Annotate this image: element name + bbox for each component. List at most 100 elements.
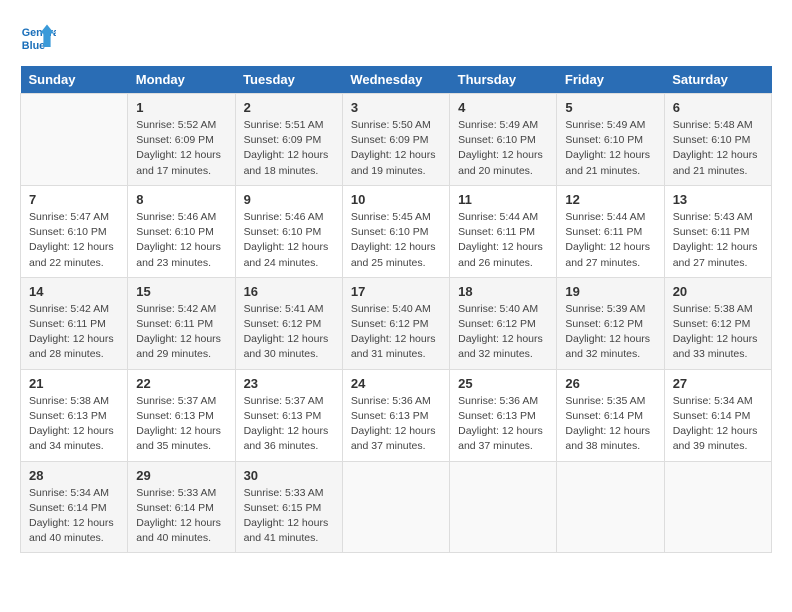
day-info: Sunrise: 5:47 AM Sunset: 6:10 PM Dayligh…	[29, 210, 119, 271]
calendar-cell: 2 Sunrise: 5:51 AM Sunset: 6:09 PM Daylig…	[235, 94, 342, 186]
day-number: 24	[351, 376, 441, 391]
day-number: 3	[351, 100, 441, 115]
calendar-cell	[450, 461, 557, 553]
calendar-cell: 20 Sunrise: 5:38 AM Sunset: 6:12 PM Dayli…	[664, 277, 771, 369]
calendar-cell: 12Sunrise: 5:44 AM Sunset: 6:11 PM Dayli…	[557, 185, 664, 277]
day-number: 15	[136, 284, 226, 299]
calendar-cell: 14 Sunrise: 5:42 AM Sunset: 6:11 PM Dayli…	[21, 277, 128, 369]
day-info: Sunrise: 5:45 AM Sunset: 6:10 PM Dayligh…	[351, 210, 441, 271]
calendar-cell	[21, 94, 128, 186]
day-number: 2	[244, 100, 334, 115]
col-header-tuesday: Tuesday	[235, 66, 342, 94]
day-info: Sunrise: 5:42 AM Sunset: 6:11 PM Dayligh…	[136, 302, 226, 363]
day-number: 10	[351, 192, 441, 207]
calendar-cell: 24 Sunrise: 5:36 AM Sunset: 6:13 PM Dayli…	[342, 369, 449, 461]
day-info: Sunrise: 5:37 AM Sunset: 6:13 PM Dayligh…	[136, 394, 226, 455]
week-row-4: 21 Sunrise: 5:38 AM Sunset: 6:13 PM Dayli…	[21, 369, 772, 461]
day-number: 21	[29, 376, 119, 391]
day-number: 4	[458, 100, 548, 115]
day-info: Sunrise: 5:48 AM Sunset: 6:10 PM Dayligh…	[673, 118, 763, 179]
day-number: 14	[29, 284, 119, 299]
calendar-cell: 9Sunrise: 5:46 AM Sunset: 6:10 PM Daylig…	[235, 185, 342, 277]
calendar-cell	[664, 461, 771, 553]
day-info: Sunrise: 5:52 AM Sunset: 6:09 PM Dayligh…	[136, 118, 226, 179]
day-info: Sunrise: 5:41 AM Sunset: 6:12 PM Dayligh…	[244, 302, 334, 363]
week-row-1: 1Sunrise: 5:52 AM Sunset: 6:09 PM Daylig…	[21, 94, 772, 186]
calendar-cell: 5 Sunrise: 5:49 AM Sunset: 6:10 PM Daylig…	[557, 94, 664, 186]
day-info: Sunrise: 5:44 AM Sunset: 6:11 PM Dayligh…	[565, 210, 655, 271]
calendar-cell: 17Sunrise: 5:40 AM Sunset: 6:12 PM Dayli…	[342, 277, 449, 369]
calendar-cell: 29 Sunrise: 5:33 AM Sunset: 6:14 PM Dayli…	[128, 461, 235, 553]
calendar-cell: 4 Sunrise: 5:49 AM Sunset: 6:10 PM Daylig…	[450, 94, 557, 186]
col-header-thursday: Thursday	[450, 66, 557, 94]
day-number: 5	[565, 100, 655, 115]
week-row-3: 14 Sunrise: 5:42 AM Sunset: 6:11 PM Dayli…	[21, 277, 772, 369]
day-info: Sunrise: 5:38 AM Sunset: 6:13 PM Dayligh…	[29, 394, 119, 455]
col-header-saturday: Saturday	[664, 66, 771, 94]
calendar-cell: 15 Sunrise: 5:42 AM Sunset: 6:11 PM Dayli…	[128, 277, 235, 369]
day-number: 11	[458, 192, 548, 207]
page-header: General Blue	[20, 20, 772, 56]
calendar-cell: 28Sunrise: 5:34 AM Sunset: 6:14 PM Dayli…	[21, 461, 128, 553]
calendar-cell: 13Sunrise: 5:43 AM Sunset: 6:11 PM Dayli…	[664, 185, 771, 277]
calendar-cell: 21 Sunrise: 5:38 AM Sunset: 6:13 PM Dayli…	[21, 369, 128, 461]
day-number: 20	[673, 284, 763, 299]
calendar-cell: 16 Sunrise: 5:41 AM Sunset: 6:12 PM Dayli…	[235, 277, 342, 369]
day-info: Sunrise: 5:49 AM Sunset: 6:10 PM Dayligh…	[458, 118, 548, 179]
day-number: 13	[673, 192, 763, 207]
day-info: Sunrise: 5:36 AM Sunset: 6:13 PM Dayligh…	[351, 394, 441, 455]
day-info: Sunrise: 5:34 AM Sunset: 6:14 PM Dayligh…	[29, 486, 119, 547]
day-number: 22	[136, 376, 226, 391]
calendar-cell: 30 Sunrise: 5:33 AM Sunset: 6:15 PM Dayli…	[235, 461, 342, 553]
day-info: Sunrise: 5:33 AM Sunset: 6:15 PM Dayligh…	[244, 486, 334, 547]
day-number: 6	[673, 100, 763, 115]
calendar-cell: 6 Sunrise: 5:48 AM Sunset: 6:10 PM Daylig…	[664, 94, 771, 186]
day-number: 19	[565, 284, 655, 299]
day-number: 18	[458, 284, 548, 299]
col-header-sunday: Sunday	[21, 66, 128, 94]
day-number: 30	[244, 468, 334, 483]
day-info: Sunrise: 5:46 AM Sunset: 6:10 PM Dayligh…	[244, 210, 334, 271]
calendar-cell: 7 Sunrise: 5:47 AM Sunset: 6:10 PM Daylig…	[21, 185, 128, 277]
week-row-5: 28Sunrise: 5:34 AM Sunset: 6:14 PM Dayli…	[21, 461, 772, 553]
day-info: Sunrise: 5:39 AM Sunset: 6:12 PM Dayligh…	[565, 302, 655, 363]
week-row-2: 7 Sunrise: 5:47 AM Sunset: 6:10 PM Daylig…	[21, 185, 772, 277]
day-info: Sunrise: 5:40 AM Sunset: 6:12 PM Dayligh…	[458, 302, 548, 363]
day-info: Sunrise: 5:42 AM Sunset: 6:11 PM Dayligh…	[29, 302, 119, 363]
day-number: 25	[458, 376, 548, 391]
day-info: Sunrise: 5:50 AM Sunset: 6:09 PM Dayligh…	[351, 118, 441, 179]
calendar-cell	[342, 461, 449, 553]
col-header-wednesday: Wednesday	[342, 66, 449, 94]
col-header-friday: Friday	[557, 66, 664, 94]
calendar-cell: 27 Sunrise: 5:34 AM Sunset: 6:14 PM Dayli…	[664, 369, 771, 461]
day-info: Sunrise: 5:37 AM Sunset: 6:13 PM Dayligh…	[244, 394, 334, 455]
logo-icon: General Blue	[20, 20, 56, 56]
calendar-cell: 18 Sunrise: 5:40 AM Sunset: 6:12 PM Dayli…	[450, 277, 557, 369]
calendar-cell: 10 Sunrise: 5:45 AM Sunset: 6:10 PM Dayli…	[342, 185, 449, 277]
logo: General Blue	[20, 20, 60, 56]
day-number: 17	[351, 284, 441, 299]
day-number: 7	[29, 192, 119, 207]
calendar-cell: 11 Sunrise: 5:44 AM Sunset: 6:11 PM Dayli…	[450, 185, 557, 277]
calendar-cell: 26Sunrise: 5:35 AM Sunset: 6:14 PM Dayli…	[557, 369, 664, 461]
day-info: Sunrise: 5:38 AM Sunset: 6:12 PM Dayligh…	[673, 302, 763, 363]
day-number: 26	[565, 376, 655, 391]
day-info: Sunrise: 5:51 AM Sunset: 6:09 PM Dayligh…	[244, 118, 334, 179]
day-info: Sunrise: 5:44 AM Sunset: 6:11 PM Dayligh…	[458, 210, 548, 271]
calendar-body: 1Sunrise: 5:52 AM Sunset: 6:09 PM Daylig…	[21, 94, 772, 553]
day-number: 27	[673, 376, 763, 391]
calendar-header-row: SundayMondayTuesdayWednesdayThursdayFrid…	[21, 66, 772, 94]
day-info: Sunrise: 5:34 AM Sunset: 6:14 PM Dayligh…	[673, 394, 763, 455]
calendar-cell: 3 Sunrise: 5:50 AM Sunset: 6:09 PM Daylig…	[342, 94, 449, 186]
day-number: 29	[136, 468, 226, 483]
calendar-cell: 22 Sunrise: 5:37 AM Sunset: 6:13 PM Dayli…	[128, 369, 235, 461]
day-info: Sunrise: 5:33 AM Sunset: 6:14 PM Dayligh…	[136, 486, 226, 547]
day-number: 23	[244, 376, 334, 391]
svg-text:Blue: Blue	[22, 40, 45, 52]
day-number: 16	[244, 284, 334, 299]
calendar-cell	[557, 461, 664, 553]
calendar-table: SundayMondayTuesdayWednesdayThursdayFrid…	[20, 66, 772, 553]
calendar-cell: 23 Sunrise: 5:37 AM Sunset: 6:13 PM Dayli…	[235, 369, 342, 461]
day-info: Sunrise: 5:49 AM Sunset: 6:10 PM Dayligh…	[565, 118, 655, 179]
calendar-cell: 8Sunrise: 5:46 AM Sunset: 6:10 PM Daylig…	[128, 185, 235, 277]
